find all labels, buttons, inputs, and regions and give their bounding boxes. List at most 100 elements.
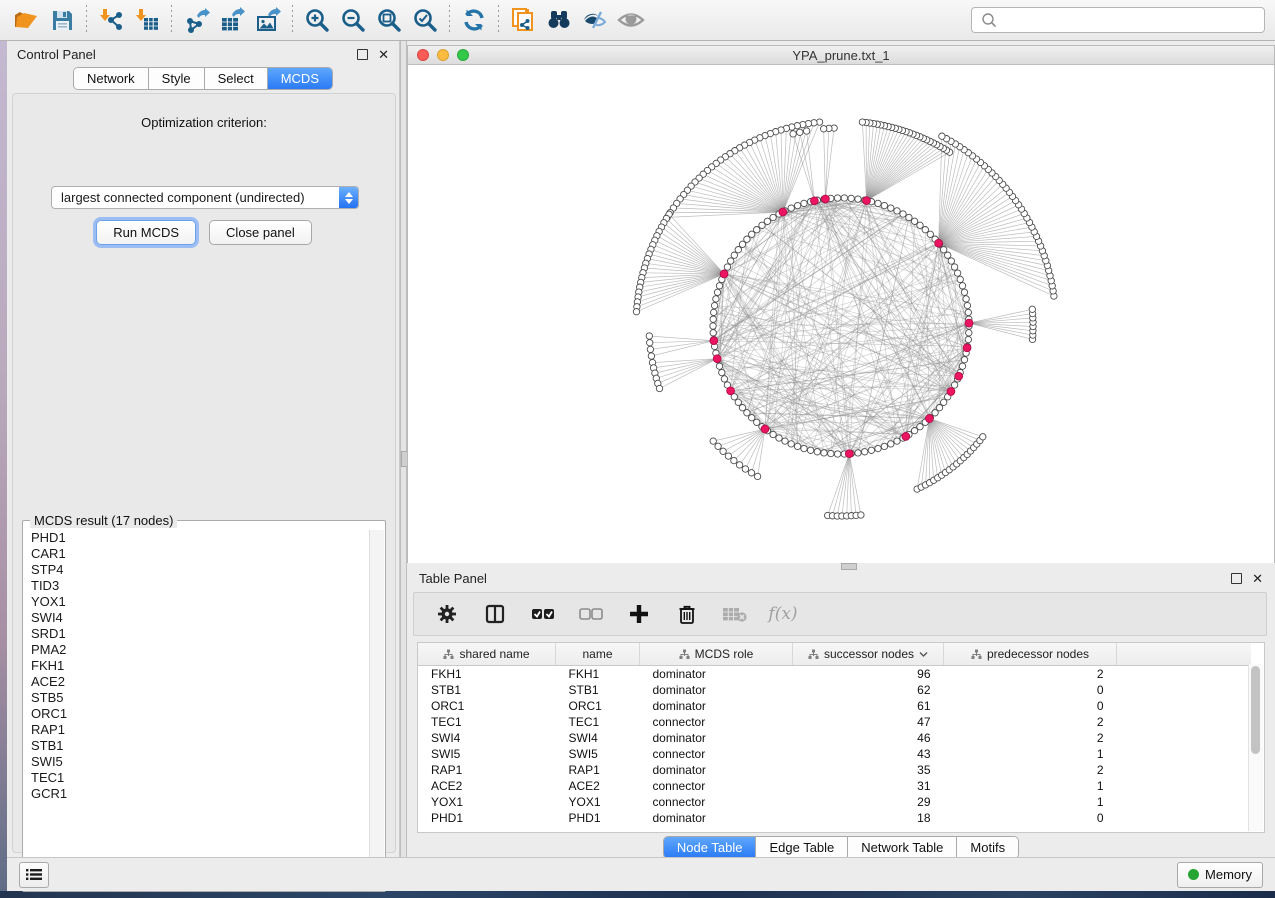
mcds-node[interactable]: [720, 270, 728, 278]
network-node[interactable]: [941, 399, 947, 405]
mcds-node[interactable]: [727, 387, 735, 395]
table-row[interactable]: YOX1YOX1connector291: [418, 794, 1251, 810]
mcds-node[interactable]: [863, 197, 871, 205]
clone-network-button[interactable]: [505, 4, 541, 36]
column-header-predecessor-nodes[interactable]: predecessor nodes: [944, 643, 1117, 666]
tab-network[interactable]: Network: [74, 68, 149, 89]
table-row[interactable]: SWI5SWI5connector431: [418, 746, 1251, 762]
mcds-node[interactable]: [761, 425, 769, 433]
show-panels-button[interactable]: [19, 862, 49, 888]
table-row[interactable]: TEC1TEC1connector472: [418, 714, 1251, 730]
network-node[interactable]: [801, 445, 807, 451]
mcds-result-item[interactable]: CAR1: [31, 546, 369, 562]
mcds-node[interactable]: [710, 337, 718, 345]
mcds-node[interactable]: [947, 388, 955, 396]
close-panel-icon[interactable]: ✕: [378, 50, 389, 59]
network-node[interactable]: [801, 200, 807, 206]
network-node[interactable]: [647, 340, 653, 346]
network-node[interactable]: [788, 441, 794, 447]
deselect-all-button[interactable]: [578, 601, 604, 627]
float-panel-icon[interactable]: [357, 49, 368, 60]
mcds-result-item[interactable]: YOX1: [31, 594, 369, 610]
export-image-button[interactable]: [250, 4, 286, 36]
network-node[interactable]: [821, 126, 827, 132]
tab-node-table[interactable]: Node Table: [664, 837, 757, 858]
network-node[interactable]: [954, 270, 960, 276]
mcds-result-item[interactable]: PHD1: [31, 530, 369, 546]
mcds-result-item[interactable]: PMA2: [31, 642, 369, 658]
close-panel-button[interactable]: Close panel: [209, 220, 312, 245]
table-row[interactable]: ORC1ORC1dominator610: [418, 698, 1251, 714]
network-node[interactable]: [716, 363, 722, 369]
network-node[interactable]: [959, 283, 965, 289]
network-node[interactable]: [875, 200, 881, 206]
network-node[interactable]: [797, 129, 803, 135]
mcds-result-item[interactable]: SRD1: [31, 626, 369, 642]
zoom-in-button[interactable]: [299, 4, 335, 36]
network-node[interactable]: [713, 296, 719, 302]
search-input[interactable]: [1000, 10, 1264, 30]
mcds-result-item[interactable]: TID3: [31, 578, 369, 594]
network-canvas[interactable]: [408, 65, 1274, 563]
split-view-button[interactable]: [482, 601, 508, 627]
network-node[interactable]: [724, 264, 730, 270]
network-node[interactable]: [894, 208, 900, 214]
network-node[interactable]: [710, 323, 716, 329]
network-node[interactable]: [881, 202, 887, 208]
mcds-node[interactable]: [963, 344, 971, 352]
network-node[interactable]: [922, 227, 928, 233]
network-node[interactable]: [900, 211, 906, 217]
network-node[interactable]: [855, 196, 861, 202]
add-column-button[interactable]: [626, 601, 652, 627]
mcds-node[interactable]: [713, 355, 721, 363]
network-node[interactable]: [875, 445, 881, 451]
zoom-selected-button[interactable]: [407, 4, 443, 36]
tab-select[interactable]: Select: [205, 68, 268, 89]
network-node[interactable]: [868, 447, 874, 453]
network-node[interactable]: [859, 119, 865, 125]
tab-style[interactable]: Style: [149, 68, 205, 89]
network-node[interactable]: [716, 283, 722, 289]
network-node[interactable]: [980, 434, 986, 440]
network-node[interactable]: [858, 512, 864, 518]
mcds-node[interactable]: [822, 195, 830, 203]
network-node[interactable]: [633, 309, 639, 315]
mcds-result-item[interactable]: ACE2: [31, 674, 369, 690]
network-node[interactable]: [888, 441, 894, 447]
mcds-result-item[interactable]: SWI4: [31, 610, 369, 626]
network-node[interactable]: [748, 470, 754, 476]
network-node[interactable]: [648, 353, 654, 359]
table-scrollbar-thumb[interactable]: [1251, 666, 1260, 754]
network-node[interactable]: [656, 385, 662, 391]
mcds-result-item[interactable]: FKH1: [31, 658, 369, 674]
network-node[interactable]: [862, 449, 868, 455]
network-node[interactable]: [754, 473, 760, 479]
network-node[interactable]: [759, 222, 765, 228]
network-node[interactable]: [1029, 306, 1035, 312]
zoom-fit-button[interactable]: [371, 4, 407, 36]
network-node[interactable]: [963, 296, 969, 302]
network-node[interactable]: [742, 466, 748, 472]
tab-mcds[interactable]: MCDS: [268, 68, 332, 89]
network-node[interactable]: [721, 376, 727, 382]
mcds-node[interactable]: [902, 433, 910, 441]
node-data-table[interactable]: shared namenameMCDS rolesuccessor nodesp…: [418, 643, 1251, 826]
column-header-shared-name[interactable]: shared name: [418, 643, 556, 666]
network-node[interactable]: [736, 462, 742, 468]
network-node[interactable]: [855, 450, 861, 456]
network-node[interactable]: [711, 302, 717, 308]
export-network-button[interactable]: [178, 4, 214, 36]
mcds-node[interactable]: [811, 197, 819, 205]
mcds-result-item[interactable]: RAP1: [31, 722, 369, 738]
network-node[interactable]: [782, 438, 788, 444]
network-node[interactable]: [951, 382, 957, 388]
function-builder-button[interactable]: f(x): [770, 601, 796, 627]
network-node[interactable]: [711, 309, 717, 315]
network-node[interactable]: [790, 131, 796, 137]
network-node[interactable]: [776, 435, 782, 441]
network-node[interactable]: [941, 247, 947, 253]
network-node[interactable]: [719, 369, 725, 375]
network-node[interactable]: [959, 363, 965, 369]
table-row[interactable]: ACE2ACE2connector311: [418, 778, 1251, 794]
table-row[interactable]: FKH1FKH1dominator962: [418, 666, 1251, 683]
